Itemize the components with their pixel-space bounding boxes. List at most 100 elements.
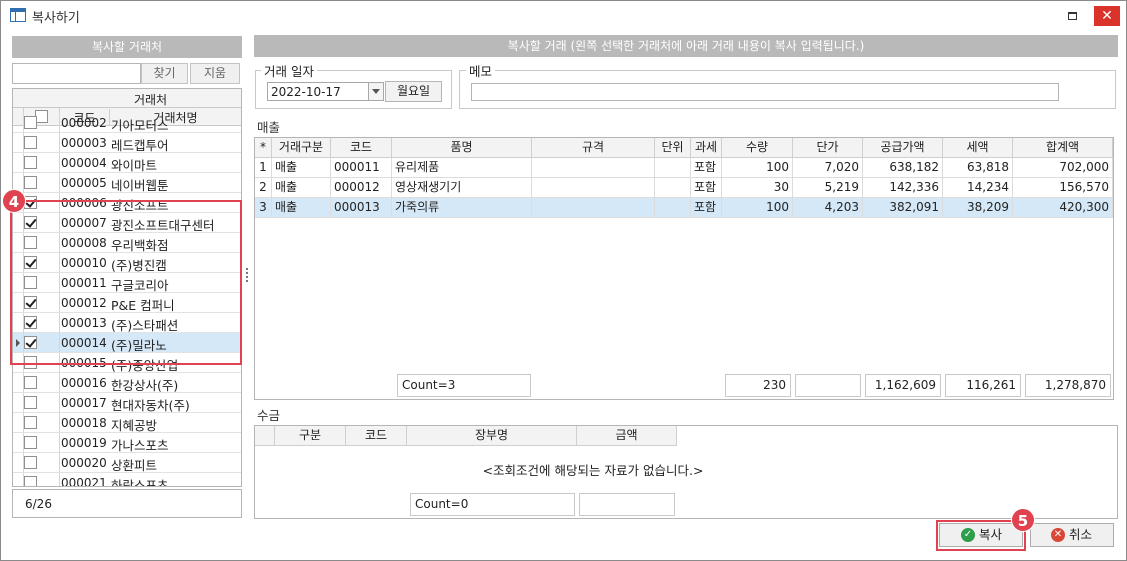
col-unit-price[interactable]: 단가	[793, 138, 863, 158]
sales-cell-vat[interactable]: 63,818	[943, 158, 1013, 178]
customer-group-header: 거래처	[13, 89, 241, 108]
sales-cell-no[interactable]: 3	[255, 198, 272, 218]
sales-cell-type[interactable]: 매출	[272, 158, 331, 178]
receipts-col-code[interactable]: 코드	[346, 426, 407, 446]
sales-cell-supply[interactable]: 142,336	[863, 178, 943, 198]
col-code[interactable]: 코드	[331, 138, 392, 158]
sales-cell-total[interactable]: 702,000	[1013, 158, 1113, 178]
sales-cell-supply[interactable]: 382,091	[863, 198, 943, 218]
find-button[interactable]: 찾기	[141, 63, 188, 84]
receipts-count-footer: Count=0	[410, 493, 575, 516]
customer-checkbox[interactable]	[24, 396, 37, 409]
customer-row[interactable]: 000019 가나스포츠	[13, 433, 241, 453]
col-item-name[interactable]: 품명	[392, 138, 532, 158]
sales-footer-count: Count=3	[397, 374, 531, 397]
col-spec[interactable]: 규격	[532, 138, 655, 158]
customer-checkbox[interactable]	[24, 436, 37, 449]
trade-date-value: 2022-10-17	[271, 85, 341, 99]
customer-search-input[interactable]	[12, 63, 141, 84]
customer-row[interactable]: 000017 현대자동차(주)	[13, 393, 241, 413]
sales-cell-name[interactable]: 영상재생기기	[392, 178, 532, 198]
receipts-col-type[interactable]: 구분	[275, 426, 346, 446]
col-unit[interactable]: 단위	[655, 138, 691, 158]
row-indicator	[13, 433, 24, 452]
receipts-col-amount[interactable]: 금액	[577, 426, 677, 446]
cancel-button[interactable]: ✕ 취소	[1030, 523, 1114, 547]
customer-row[interactable]: 000021 하람스포츠	[13, 473, 241, 487]
sales-cell-type[interactable]: 매출	[272, 178, 331, 198]
sales-cell-supply[interactable]: 638,182	[863, 158, 943, 178]
customer-checkbox[interactable]	[24, 176, 37, 189]
row-indicator	[13, 413, 24, 432]
col-qty[interactable]: 수량	[722, 138, 793, 158]
sales-cell-code[interactable]: 000012	[331, 178, 392, 198]
col-total[interactable]: 합계액	[1013, 138, 1113, 158]
chevron-down-icon[interactable]	[368, 83, 383, 100]
receipts-col-ledger[interactable]: 장부명	[407, 426, 577, 446]
sales-cell-spec[interactable]	[532, 178, 655, 198]
sales-cell-tax[interactable]: 포함	[691, 178, 722, 198]
panel-splitter[interactable]	[246, 268, 248, 284]
maximize-icon[interactable]	[1062, 7, 1084, 25]
col-tax[interactable]: 과세	[691, 138, 722, 158]
left-panel-header: 복사할 거래처	[12, 36, 242, 58]
sales-cell-tax[interactable]: 포함	[691, 158, 722, 178]
customer-checkbox[interactable]	[24, 376, 37, 389]
receipts-col-indicator[interactable]	[255, 426, 275, 446]
sales-cell-price[interactable]: 4,203	[793, 198, 863, 218]
customer-row[interactable]: 000018 지혜공방	[13, 413, 241, 433]
sales-cell-unit[interactable]	[655, 178, 691, 198]
close-icon[interactable]: ✕	[1094, 6, 1120, 26]
sales-cell-unit[interactable]	[655, 198, 691, 218]
customer-checkbox[interactable]	[24, 476, 37, 486]
customer-checkbox[interactable]	[24, 116, 37, 129]
cancel-button-label: 취소	[1069, 527, 1093, 542]
customer-code: 000021	[61, 476, 107, 487]
customer-checkbox[interactable]	[24, 416, 37, 429]
sales-cell-unit[interactable]	[655, 158, 691, 178]
weekday-button[interactable]: 월요일	[385, 81, 442, 102]
sales-cell-name[interactable]: 가죽의류	[392, 198, 532, 218]
customer-row[interactable]: 000020 상환피트	[13, 453, 241, 473]
trade-date-picker[interactable]: 2022-10-17	[267, 82, 384, 101]
sales-cell-name[interactable]: 유리제품	[392, 158, 532, 178]
col-row-no[interactable]: *	[255, 138, 272, 158]
customer-checkbox[interactable]	[24, 136, 37, 149]
sales-cell-price[interactable]: 7,020	[793, 158, 863, 178]
sales-cell-vat[interactable]: 14,234	[943, 178, 1013, 198]
sales-cell-no[interactable]: 2	[255, 178, 272, 198]
sales-cell-qty[interactable]: 100	[722, 198, 793, 218]
col-trade-type[interactable]: 거래구분	[272, 138, 331, 158]
sales-cell-vat[interactable]: 38,209	[943, 198, 1013, 218]
customer-row[interactable]: 000016 한강상사(주)	[13, 373, 241, 393]
customer-checkbox[interactable]	[24, 456, 37, 469]
customer-row[interactable]: 000003 레드캡투어	[13, 133, 241, 153]
customer-name: 레드캡투어	[111, 138, 169, 153]
sales-cell-price[interactable]: 5,219	[793, 178, 863, 198]
sales-cell-total[interactable]: 420,300	[1013, 198, 1113, 218]
sales-cell-qty[interactable]: 30	[722, 178, 793, 198]
col-supply-amount[interactable]: 공급가액	[863, 138, 943, 158]
sales-cell-total[interactable]: 156,570	[1013, 178, 1113, 198]
sales-cell-spec[interactable]	[532, 198, 655, 218]
customer-row[interactable]: 000005 네이버웹툰	[13, 173, 241, 193]
col-vat[interactable]: 세액	[943, 138, 1013, 158]
sales-cell-no[interactable]: 1	[255, 158, 272, 178]
sales-cell-tax[interactable]: 포함	[691, 198, 722, 218]
sales-cell-spec[interactable]	[532, 158, 655, 178]
window-title: 복사하기	[32, 11, 80, 26]
row-indicator	[13, 373, 24, 392]
customer-row[interactable]: 000002 기아모터스	[13, 113, 241, 133]
customer-row[interactable]: 000004 와이마트	[13, 153, 241, 173]
customer-name: 한강상사(주)	[111, 378, 179, 393]
sales-cell-qty[interactable]: 100	[722, 158, 793, 178]
customer-checkbox[interactable]	[24, 156, 37, 169]
sales-cell-type[interactable]: 매출	[272, 198, 331, 218]
row-indicator	[13, 133, 24, 152]
clear-button[interactable]: 지움	[190, 63, 240, 84]
step-badge-4: 4	[2, 189, 26, 213]
row-indicator	[13, 453, 24, 472]
memo-input[interactable]	[471, 83, 1059, 101]
sales-cell-code[interactable]: 000013	[331, 198, 392, 218]
sales-cell-code[interactable]: 000011	[331, 158, 392, 178]
